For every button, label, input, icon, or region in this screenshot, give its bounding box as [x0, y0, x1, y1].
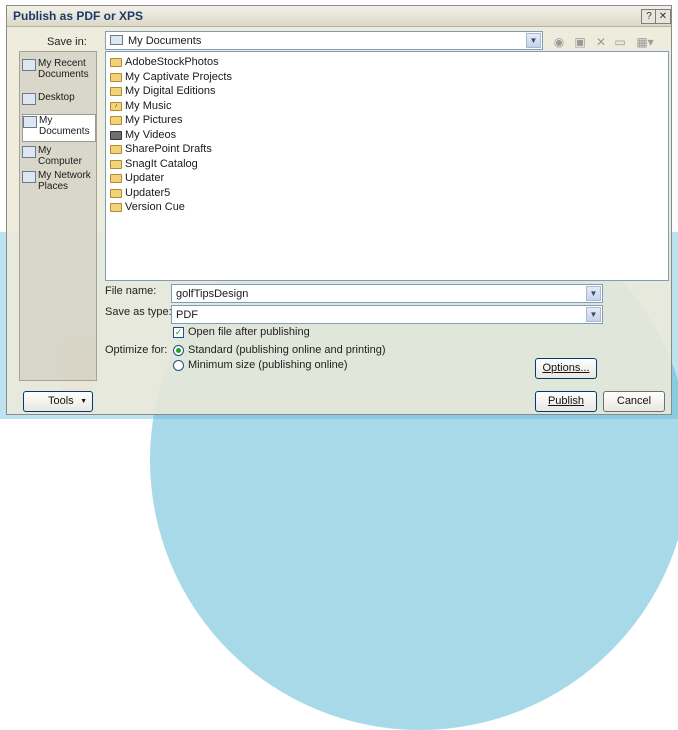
place-my-recent-documents[interactable]: My Recent Documents	[22, 58, 94, 80]
network-places-icon	[22, 171, 36, 183]
list-item[interactable]: SnagIt Catalog	[110, 157, 198, 171]
open-after-label[interactable]: Open file after publishing	[188, 326, 310, 338]
list-item[interactable]: AdobeStockPhotos	[110, 55, 219, 69]
list-item[interactable]: My Captivate Projects	[110, 70, 232, 84]
recent-documents-icon	[22, 59, 36, 71]
list-item[interactable]: SharePoint Drafts	[110, 142, 212, 156]
list-item[interactable]: Version Cue	[110, 200, 185, 214]
tools-button[interactable]: Tools ▼	[23, 391, 93, 412]
open-after-checkbox[interactable]: ✓	[173, 327, 184, 338]
close-icon: ✕	[658, 11, 668, 22]
save-as-type-value: PDF	[176, 309, 198, 321]
file-name-input[interactable]: golfTipsDesign ▼	[171, 284, 603, 303]
my-documents-icon	[110, 35, 123, 45]
place-my-computer[interactable]: My Computer	[22, 145, 94, 167]
place-label: My Documents	[39, 115, 90, 137]
place-label: My Computer	[38, 145, 82, 167]
chevron-down-icon[interactable]: ▼	[586, 286, 601, 301]
file-name-value: golfTipsDesign	[176, 288, 249, 300]
options-button[interactable]: Options...	[535, 358, 597, 379]
save-in-value: My Documents	[128, 35, 202, 47]
place-my-network-places[interactable]: My Network Places	[22, 170, 94, 192]
place-label: Desktop	[38, 92, 75, 103]
list-item[interactable]: My Videos	[110, 128, 176, 142]
chevron-down-icon[interactable]: ▼	[586, 307, 601, 322]
help-icon: ?	[646, 11, 652, 22]
optimize-label: Optimize for:	[105, 344, 168, 356]
optimize-standard-label[interactable]: Standard (publishing online and printing…	[188, 344, 386, 356]
list-item[interactable]: My Digital Editions	[110, 84, 215, 98]
videos-folder-icon	[110, 130, 122, 140]
save-in-combo[interactable]: My Documents ▼	[105, 31, 543, 50]
title-bar: Publish as PDF or XPS ? ✕	[7, 6, 671, 27]
save-in-label: Save in:	[47, 36, 87, 48]
up-folder-icon[interactable]: ▣	[572, 34, 588, 50]
close-button[interactable]: ✕	[655, 9, 671, 24]
music-folder-icon: ♪	[110, 101, 122, 111]
folder-icon	[110, 202, 122, 212]
folder-icon	[110, 86, 122, 96]
delete-icon[interactable]: ✕	[593, 34, 609, 50]
views-icon[interactable]: ▦▾	[633, 34, 657, 50]
places-bar: My Recent Documents Desktop My Documents…	[19, 51, 97, 381]
list-item[interactable]: My Pictures	[110, 113, 182, 127]
optimize-minimum-radio[interactable]	[173, 360, 184, 371]
place-label: My Network Places	[38, 170, 91, 192]
folder-icon	[110, 144, 122, 154]
my-computer-icon	[22, 146, 36, 158]
back-icon[interactable]: ◉	[551, 34, 567, 50]
chevron-down-icon[interactable]: ▼	[526, 33, 541, 48]
place-my-documents[interactable]: My Documents	[22, 114, 96, 142]
publish-dialog: Publish as PDF or XPS ? ✕ Save in: My Do…	[6, 5, 672, 415]
place-desktop[interactable]: Desktop	[22, 92, 94, 105]
pictures-folder-icon	[110, 115, 122, 125]
folder-icon	[110, 188, 122, 198]
save-as-type-select[interactable]: PDF ▼	[171, 305, 603, 324]
folder-icon	[110, 72, 122, 82]
list-item[interactable]: Updater5	[110, 186, 170, 200]
folder-icon	[110, 57, 122, 67]
my-documents-icon	[23, 116, 37, 128]
file-name-label: File name:	[105, 285, 157, 297]
new-folder-icon[interactable]: ▭	[612, 34, 628, 50]
optimize-standard-radio[interactable]	[173, 345, 184, 356]
save-as-type-label: Save as type:	[105, 306, 172, 318]
desktop-icon	[22, 93, 36, 105]
folder-icon	[110, 173, 122, 183]
publish-button[interactable]: Publish	[535, 391, 597, 412]
list-item[interactable]: ♪ My Music	[110, 99, 171, 113]
place-label: My Recent Documents	[38, 58, 89, 80]
dialog-title: Publish as PDF or XPS	[13, 9, 144, 23]
folder-icon	[110, 159, 122, 169]
optimize-minimum-label[interactable]: Minimum size (publishing online)	[188, 359, 348, 371]
chevron-down-icon: ▼	[80, 398, 87, 405]
file-list[interactable]: AdobeStockPhotos My Captivate Projects M…	[105, 51, 669, 281]
cancel-button[interactable]: Cancel	[603, 391, 665, 412]
list-item[interactable]: Updater	[110, 171, 164, 185]
